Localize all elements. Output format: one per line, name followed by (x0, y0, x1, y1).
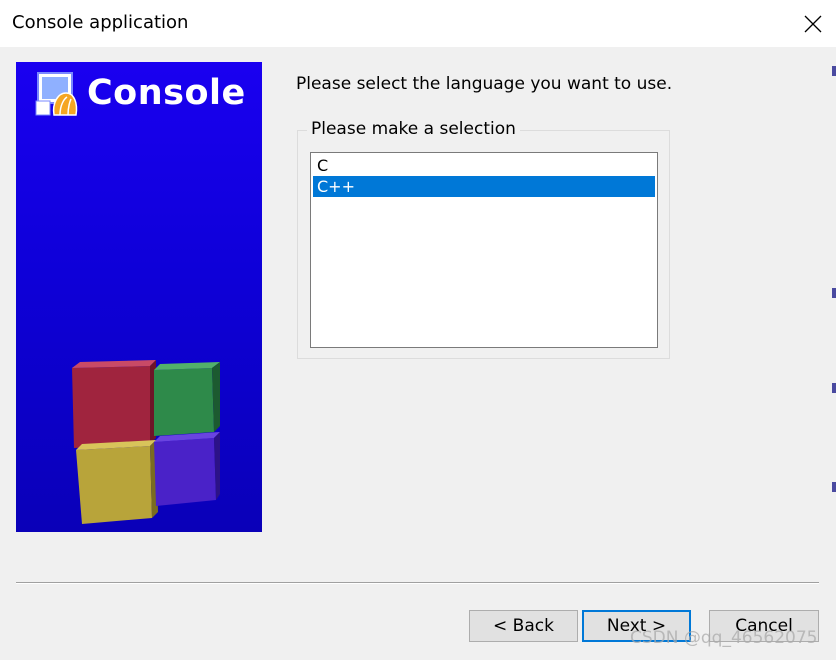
title-bar: Console application (0, 0, 836, 47)
close-icon (804, 15, 822, 32)
cubes-illustration (72, 360, 220, 524)
back-button[interactable]: < Back (469, 610, 578, 642)
wizard-banner: Console (16, 62, 262, 532)
edge-artifact (832, 66, 836, 76)
list-item-c[interactable]: C (313, 155, 655, 176)
language-prompt: Please select the language you want to u… (296, 74, 673, 94)
edge-artifact (832, 383, 836, 393)
watermark: CSDN @qq_46562075 (630, 628, 818, 648)
language-listbox[interactable]: C C++ (310, 152, 658, 348)
edge-artifact (832, 482, 836, 492)
edge-artifact (832, 288, 836, 298)
banner-title: Console (87, 73, 246, 113)
window-title: Console application (12, 12, 189, 33)
groupbox-label: Please make a selection (307, 119, 520, 139)
list-item-cpp[interactable]: C++ (313, 176, 655, 197)
footer-divider (16, 582, 819, 584)
close-button[interactable] (790, 0, 836, 47)
codeblocks-logo-icon (35, 72, 78, 116)
